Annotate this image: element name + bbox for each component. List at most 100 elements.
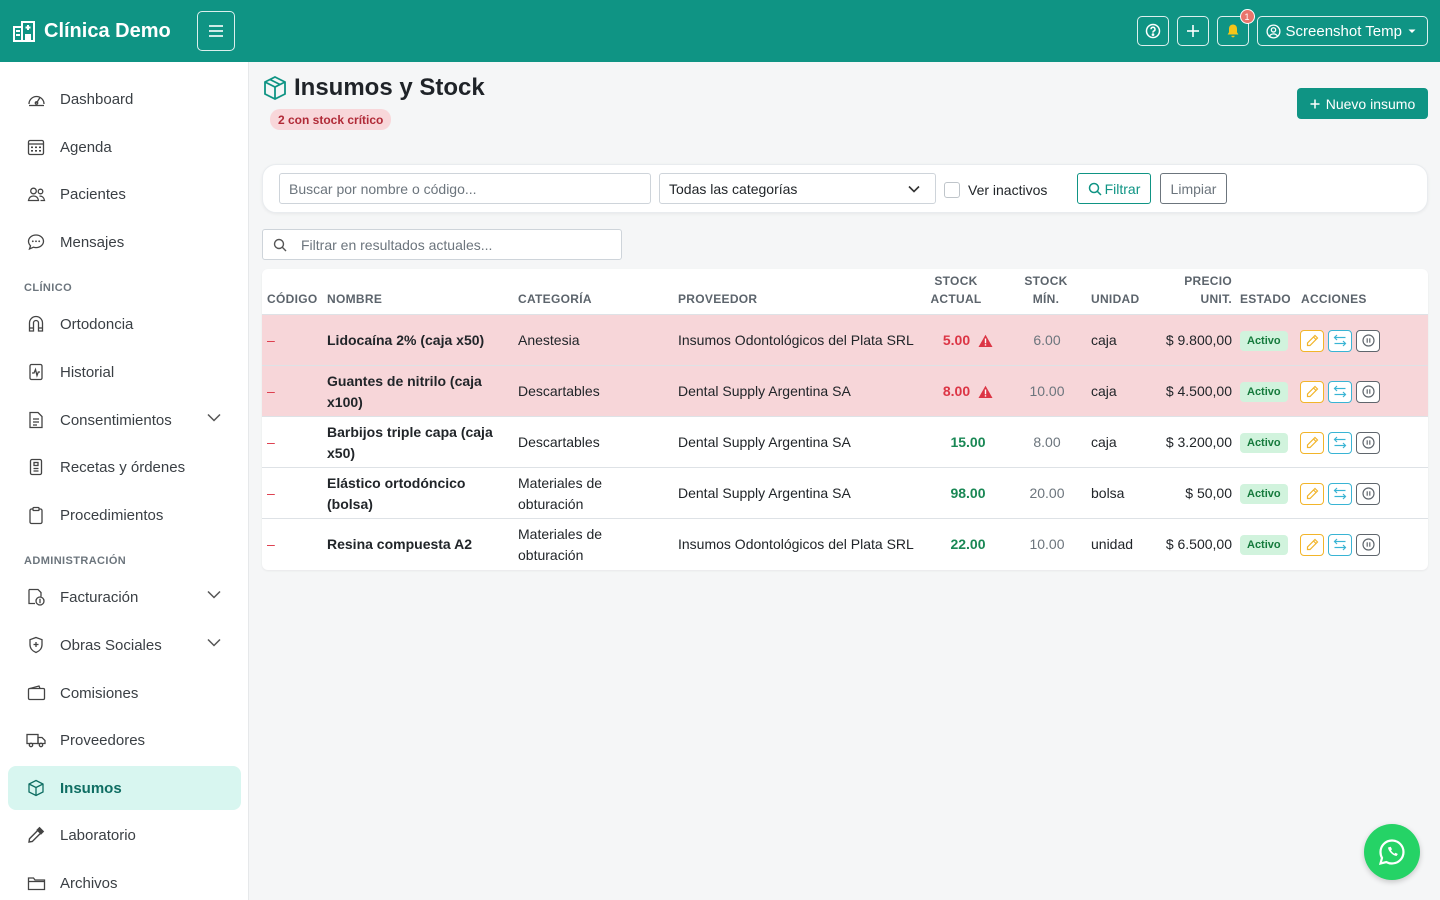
edit-button[interactable]: [1300, 431, 1324, 454]
sidebar-item-label: Mensajes: [60, 233, 125, 251]
whatsapp-button[interactable]: [1364, 824, 1420, 880]
results-filter-input[interactable]: Filtrar en resultados actuales...: [262, 229, 622, 260]
chevron-down-icon: [207, 638, 221, 647]
calendar-icon: [26, 137, 46, 157]
cell-acciones: [1300, 468, 1380, 519]
cell-proveedor: Insumos Odontológicos del Plata SRL: [678, 536, 914, 552]
cell-stock-min: 10.00: [1029, 383, 1065, 399]
cell-codigo: –: [267, 332, 275, 348]
file-list-icon: [26, 457, 46, 477]
sidebar-item-archivos[interactable]: Archivos: [8, 861, 241, 900]
page-title-text: Insumos y Stock: [294, 74, 485, 101]
table-row: – Barbijos triple capa (caja x50) Descarta…: [262, 416, 1428, 467]
brand[interactable]: Clínica Demo: [11, 18, 171, 44]
stock-movement-button[interactable]: [1328, 533, 1352, 556]
col-header-text: PRECIO: [1184, 274, 1232, 288]
deactivate-button[interactable]: [1356, 431, 1380, 454]
col-header-estado[interactable]: ESTADO: [1240, 290, 1291, 308]
hamburger-icon: [209, 25, 223, 37]
pencil-icon: [1306, 538, 1318, 551]
sidebar-item-label: Pacientes: [60, 185, 126, 203]
stock-movement-button[interactable]: [1328, 431, 1352, 454]
stock-movement-button[interactable]: [1328, 380, 1352, 403]
sidebar-section-administracion: ADMINISTRACIÓN: [24, 555, 127, 567]
help-button[interactable]: [1136, 16, 1169, 46]
clear-button[interactable]: Limpiar: [1160, 173, 1227, 204]
cell-precio: $ 4.500,00: [1165, 383, 1232, 399]
cell-nombre: Lidocaína 2% (caja x50): [327, 332, 485, 348]
shield-icon: [26, 635, 46, 655]
sidebar-item-facturacion[interactable]: Facturación: [8, 575, 241, 619]
sidebar-item-laboratorio[interactable]: Laboratorio: [8, 813, 241, 857]
cell-unidad: caja: [1091, 383, 1117, 399]
quick-add-button[interactable]: [1176, 16, 1209, 46]
stock-movement-button[interactable]: [1328, 482, 1352, 505]
sidebar-item-agenda[interactable]: Agenda: [8, 125, 241, 169]
col-header-text: MÍN.: [1032, 292, 1060, 306]
cash-icon: [26, 587, 46, 607]
cell-proveedor: Dental Supply Argentina SA: [678, 485, 851, 501]
pause-circle-icon: [1361, 538, 1375, 551]
col-header-proveedor[interactable]: PROVEEDOR: [678, 290, 757, 308]
sidebar-item-label: Insumos: [60, 779, 122, 797]
deactivate-button[interactable]: [1356, 482, 1380, 505]
eyedropper-icon: [26, 825, 46, 845]
stock-value: 15.00: [950, 434, 986, 450]
sidebar-item-dashboard[interactable]: Dashboard: [8, 77, 241, 121]
cell-codigo: –: [267, 536, 275, 552]
notifications-button[interactable]: 1: [1216, 9, 1255, 46]
cell-proveedor: Dental Supply Argentina SA: [678, 383, 851, 399]
deactivate-button[interactable]: [1356, 329, 1380, 352]
sidebar-item-label: Historial: [60, 363, 115, 381]
sidebar-item-consentimientos[interactable]: Consentimientos: [8, 398, 241, 442]
cell-acciones: [1300, 315, 1380, 366]
col-header-categoria[interactable]: CATEGORÍA: [518, 290, 592, 308]
sidebar-item-label: Laboratorio: [60, 826, 136, 844]
edit-button[interactable]: [1300, 380, 1324, 403]
col-header-text: STOCK: [1024, 274, 1068, 288]
new-supply-button[interactable]: Nuevo insumo: [1297, 88, 1428, 119]
col-header-precio[interactable]: PRECIO UNIT.: [1160, 272, 1232, 308]
sidebar-item-procedimientos[interactable]: Procedimientos: [8, 493, 241, 537]
arrow-left-right-icon: [1333, 487, 1347, 500]
chevron-down-icon: [908, 185, 920, 193]
stock-value: 98.00: [950, 485, 986, 501]
plus-icon: [1310, 99, 1320, 108]
box-icon: [26, 778, 46, 798]
category-select[interactable]: Todas las categorías: [659, 173, 936, 204]
cell-categoria: Descartables: [518, 383, 600, 399]
edit-button[interactable]: [1300, 482, 1324, 505]
sidebar-item-ortodoncia[interactable]: Ortodoncia: [8, 302, 241, 346]
new-supply-label: Nuevo insumo: [1325, 95, 1416, 112]
file-text-icon: [26, 410, 46, 430]
deactivate-button[interactable]: [1356, 380, 1380, 403]
deactivate-button[interactable]: [1356, 533, 1380, 556]
sidebar-item-pacientes[interactable]: Pacientes: [8, 172, 241, 216]
sidebar-toggle-button[interactable]: [197, 11, 235, 51]
pencil-icon: [1306, 487, 1318, 500]
file-medical-icon: [26, 362, 46, 382]
search-icon: [273, 238, 287, 252]
sidebar-item-mensajes[interactable]: Mensajes: [8, 220, 241, 264]
stock-movement-button[interactable]: [1328, 329, 1352, 352]
sidebar-item-label: Facturación: [60, 588, 139, 606]
filter-button[interactable]: Filtrar: [1077, 173, 1151, 204]
col-header-codigo[interactable]: CÓDIGO: [267, 290, 317, 308]
sidebar-item-proveedores[interactable]: Proveedores: [8, 718, 241, 762]
col-header-stock-min[interactable]: STOCK MÍN.: [1010, 272, 1082, 308]
filter-button-label: Filtrar: [1104, 180, 1141, 197]
user-menu-button[interactable]: Screenshot Temp: [1256, 16, 1428, 46]
sidebar-item-recetas[interactable]: Recetas y órdenes: [8, 445, 241, 489]
edit-button[interactable]: [1300, 329, 1324, 352]
col-header-nombre[interactable]: NOMBRE: [327, 290, 382, 308]
sidebar-item-insumos[interactable]: Insumos: [8, 766, 241, 810]
sidebar-item-comisiones[interactable]: Comisiones: [8, 671, 241, 715]
sidebar-item-historial[interactable]: Historial: [8, 350, 241, 394]
col-header-unidad[interactable]: UNIDAD: [1091, 290, 1139, 308]
edit-button[interactable]: [1300, 533, 1324, 556]
inactive-checkbox[interactable]: [944, 182, 960, 198]
col-header-stock-actual[interactable]: STOCK ACTUAL: [918, 272, 994, 308]
stock-value: 22.00: [950, 536, 986, 552]
sidebar-item-obras-sociales[interactable]: Obras Sociales: [8, 623, 241, 667]
search-input[interactable]: Buscar por nombre o código...: [279, 173, 651, 204]
